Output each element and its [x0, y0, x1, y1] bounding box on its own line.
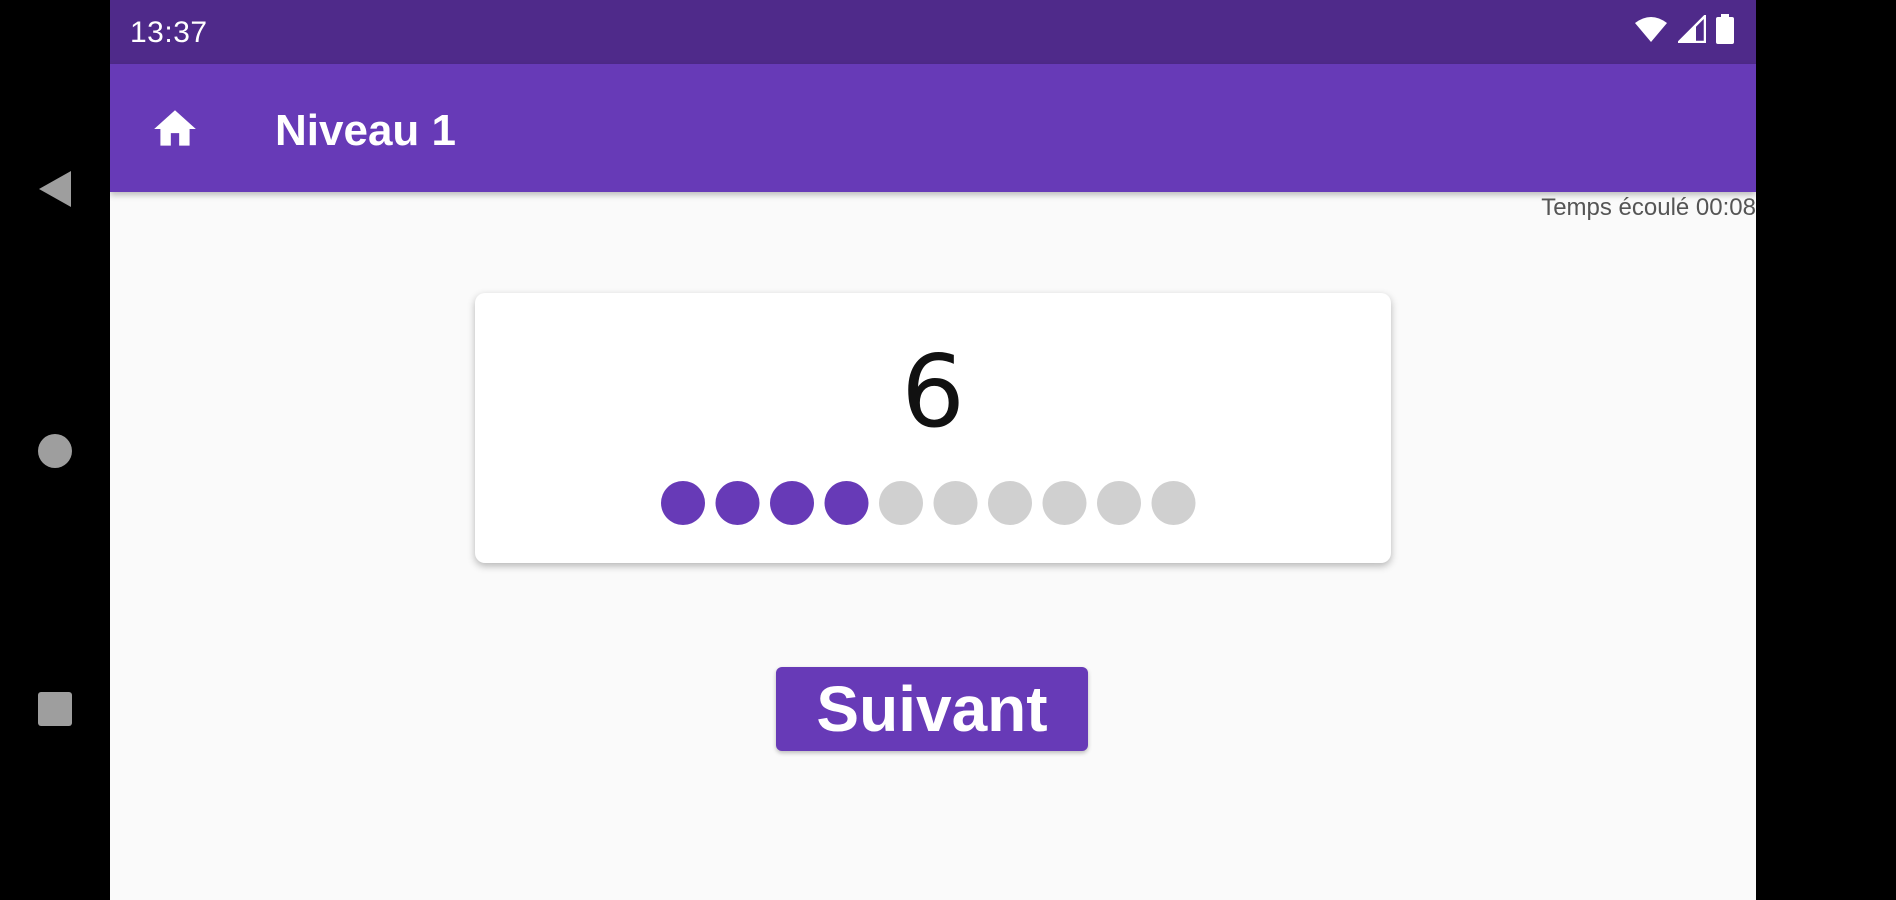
signal-icon	[1678, 15, 1706, 43]
battery-icon	[1716, 14, 1734, 44]
wifi-icon	[1635, 17, 1667, 42]
elapsed-time: Temps écoulé 00:08	[1541, 194, 1756, 221]
progress-dot-filled	[715, 481, 760, 525]
progress-dot-empty	[1097, 481, 1141, 525]
recents-icon	[38, 692, 72, 726]
home-circle-icon	[38, 434, 72, 468]
progress-dot-filled	[824, 481, 869, 525]
progress-dot-filled	[770, 481, 814, 525]
progress-dot-empty	[879, 481, 923, 525]
system-home-button[interactable]	[34, 430, 76, 472]
status-icons	[1634, 14, 1734, 44]
dot-indicator-svg	[661, 481, 1196, 525]
progress-dot-filled	[661, 481, 705, 525]
recents-button[interactable]	[34, 688, 76, 730]
app-bar: Niveau 1	[110, 64, 1756, 192]
app-screen: 13:37 Niveau 1 Temps écoulé 00:08 6 Suiv…	[110, 0, 1756, 900]
number-card: 6	[475, 293, 1391, 563]
back-button[interactable]	[34, 168, 76, 210]
progress-dot-empty	[988, 481, 1032, 525]
card-number: 6	[901, 333, 965, 450]
page-title: Niveau 1	[275, 106, 456, 155]
status-time: 13:37	[130, 16, 208, 49]
right-black-bar	[1756, 0, 1896, 900]
home-icon[interactable]	[150, 104, 200, 154]
status-bar: 13:37	[110, 0, 1756, 64]
system-navigation-bar	[0, 0, 110, 900]
progress-dot-empty	[1151, 481, 1196, 525]
progress-dot-empty	[1042, 481, 1087, 525]
progress-dot-empty	[933, 481, 978, 525]
next-button[interactable]: Suivant	[776, 667, 1088, 751]
back-icon	[39, 171, 71, 207]
dot-indicator	[661, 480, 1205, 526]
